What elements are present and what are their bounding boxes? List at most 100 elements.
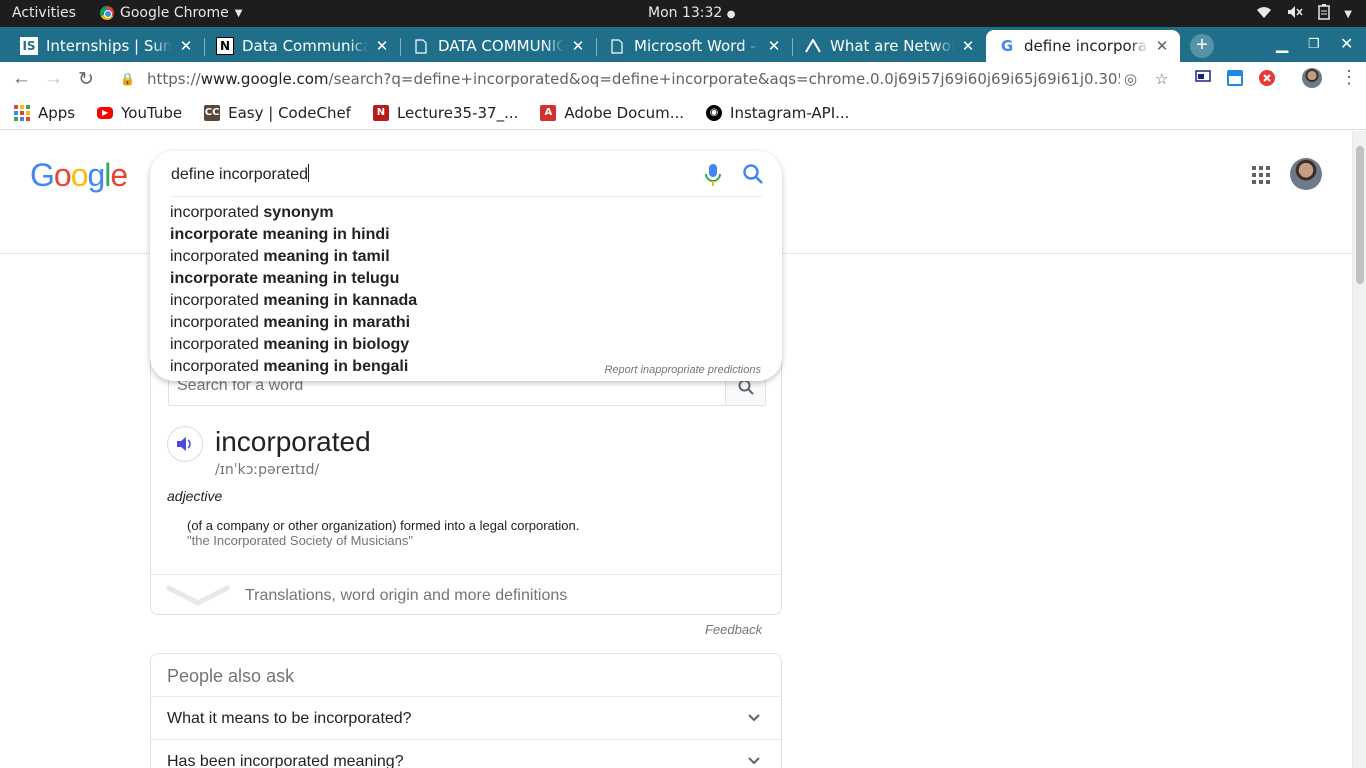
- volume-muted-icon: [1286, 5, 1304, 23]
- window-close-icon[interactable]: ✕: [1340, 34, 1353, 54]
- close-icon[interactable]: ✕: [178, 37, 194, 55]
- minimize-icon[interactable]: ▁: [1276, 34, 1288, 54]
- page-content: Google incorporated /ɪnˈkɔːpəreɪtɪd/ adj…: [0, 131, 1352, 768]
- suggestion-item[interactable]: incorporate meaning in hindi: [170, 224, 730, 246]
- chevron-down-icon: [748, 757, 760, 765]
- phonetic: /ɪnˈkɔːpəreɪtɪd/: [215, 462, 320, 478]
- system-tray[interactable]: ▼: [1256, 4, 1352, 24]
- microphone-icon[interactable]: [703, 163, 723, 187]
- pronunciation-button[interactable]: [167, 426, 203, 462]
- bookmark-codechef[interactable]: CC Easy | CodeChef: [204, 104, 351, 122]
- tab-title: define incorporated: [1024, 37, 1148, 55]
- app-menu[interactable]: Google Chrome ▼: [100, 5, 242, 21]
- scrollbar-thumb[interactable]: [1356, 146, 1364, 284]
- suggestion-normal: incorporated: [170, 336, 264, 353]
- tab-what-are-network[interactable]: What are Network ✕: [792, 30, 986, 62]
- clock[interactable]: Mon 13:32 ●: [648, 5, 736, 21]
- google-apps-icon[interactable]: [1252, 166, 1270, 184]
- address-bar[interactable]: 🔒 https://www.google.com/search?q=define…: [120, 62, 1120, 96]
- close-icon[interactable]: ✕: [766, 37, 782, 55]
- bookmark-label: Easy | CodeChef: [228, 103, 351, 122]
- youtube-icon: ▶: [97, 106, 114, 119]
- example-sentence: "the Incorporated Society of Musicians": [187, 533, 414, 548]
- report-predictions-link[interactable]: Report inappropriate predictions: [604, 364, 761, 376]
- part-of-speech: adjective: [167, 488, 223, 504]
- account-avatar[interactable]: [1290, 158, 1322, 190]
- google-logo[interactable]: Google: [30, 157, 128, 194]
- forward-arrow-icon[interactable]: →: [44, 68, 63, 90]
- nptel-icon: N: [372, 104, 389, 121]
- reload-icon[interactable]: ↻: [78, 68, 94, 91]
- blocker-extension-icon[interactable]: [1259, 70, 1275, 90]
- tab-microsoft-word[interactable]: Microsoft Word - D ✕: [596, 30, 792, 62]
- suggestion-item[interactable]: incorporated meaning in tamil: [170, 246, 730, 268]
- url-scheme: https://: [146, 70, 201, 88]
- notion-favicon-icon: N: [216, 37, 234, 55]
- suggestion-list: incorporated synonym incorporate meaning…: [170, 202, 730, 378]
- activities-button[interactable]: Activities: [12, 5, 76, 21]
- suggestion-item[interactable]: incorporated meaning in marathi: [170, 312, 730, 334]
- chrome-menu-icon[interactable]: ⋮: [1340, 67, 1358, 88]
- close-icon[interactable]: ✕: [570, 37, 586, 55]
- profile-avatar-icon[interactable]: [1302, 68, 1322, 88]
- document-favicon-icon: [412, 37, 430, 55]
- suggestion-bold: meaning in tamil: [263, 248, 390, 265]
- bookmark-star-icon[interactable]: ☆: [1155, 70, 1168, 88]
- suggestion-normal: incorporated: [170, 358, 264, 375]
- suggestion-item[interactable]: incorporated meaning in kannada: [170, 290, 730, 312]
- bookmarks-bar: Apps ▶ YouTube CC Easy | CodeChef N Lect…: [0, 96, 1366, 130]
- close-icon[interactable]: ✕: [1154, 37, 1170, 55]
- tab-data-communica[interactable]: DATA COMMUNICA ✕: [400, 30, 596, 62]
- suggestion-item[interactable]: incorporated synonym: [170, 202, 730, 224]
- a-favicon-icon: [804, 37, 822, 55]
- bookmark-apps[interactable]: Apps: [14, 104, 75, 122]
- chevron-down-icon: [748, 714, 760, 722]
- people-also-ask: People also ask What it means to be inco…: [150, 653, 782, 768]
- maximize-icon[interactable]: ❐: [1308, 36, 1320, 52]
- close-icon[interactable]: ✕: [960, 37, 976, 55]
- new-tab-button[interactable]: +: [1190, 34, 1214, 58]
- notification-dot-icon: ●: [726, 9, 736, 20]
- location-target-icon[interactable]: ◎: [1124, 70, 1137, 88]
- feedback-link[interactable]: Feedback: [705, 622, 762, 637]
- tab-define-incorporated[interactable]: G define incorporated ✕: [986, 30, 1180, 62]
- bookmark-instagram-api[interactable]: ◉ Instagram-API...: [706, 104, 849, 122]
- more-definitions-label: Translations, word origin and more defin…: [245, 587, 568, 604]
- tab-internships[interactable]: IS Internships | Summ ✕: [8, 30, 204, 62]
- bookmark-lecture[interactable]: N Lecture35-37_...: [372, 104, 518, 122]
- tab-title: Data Communicatio: [242, 37, 368, 55]
- battery-icon: [1318, 4, 1331, 24]
- question-row[interactable]: Has been incorporated meaning?: [151, 739, 781, 768]
- suggestion-normal: incorporated: [170, 204, 264, 221]
- suggestion-bold: meaning in bengali: [263, 358, 409, 375]
- expand-chevron-icon: [165, 584, 231, 606]
- definition: (of a company or other organization) for…: [187, 518, 580, 533]
- text-caret: [307, 164, 309, 182]
- bookmark-youtube[interactable]: ▶ YouTube: [97, 104, 182, 122]
- close-icon[interactable]: ✕: [374, 37, 390, 55]
- more-definitions-row[interactable]: Translations, word origin and more defin…: [151, 574, 781, 615]
- suggestion-item[interactable]: incorporated meaning in biology: [170, 334, 730, 356]
- search-input[interactable]: define incorporated: [171, 164, 309, 184]
- cast-icon[interactable]: [1195, 70, 1211, 88]
- wifi-icon: [1256, 5, 1272, 23]
- tab-data-communication[interactable]: N Data Communicatio ✕: [204, 30, 400, 62]
- system-menu-caret-icon: ▼: [1344, 8, 1352, 20]
- bookmark-adobe[interactable]: A Adobe Docum...: [540, 104, 684, 122]
- app-menu-label: Google Chrome: [120, 5, 229, 21]
- search-box[interactable]: define incorporated incorporated synonym…: [150, 151, 782, 381]
- suggestion-normal: incorporated: [170, 292, 264, 309]
- extension-window-icon[interactable]: [1227, 70, 1243, 90]
- browser-toolbar: ← → ↻ 🔒 https://www.google.com/search?q=…: [0, 62, 1366, 96]
- github-icon: ◉: [706, 104, 723, 121]
- bookmark-label: Apps: [38, 103, 76, 122]
- pdf-icon: A: [540, 104, 557, 121]
- back-arrow-icon[interactable]: ←: [12, 68, 31, 90]
- suggestion-item[interactable]: incorporate meaning in telugu: [170, 268, 730, 290]
- suggestion-bold: incorporate meaning in hindi: [170, 226, 390, 243]
- page-scrollbar[interactable]: [1352, 131, 1366, 768]
- suggestion-bold: meaning in marathi: [263, 314, 411, 331]
- question-row[interactable]: What it means to be incorporated?: [151, 696, 781, 739]
- search-icon[interactable]: [742, 163, 764, 185]
- clock-label: Mon 13:32: [648, 5, 723, 21]
